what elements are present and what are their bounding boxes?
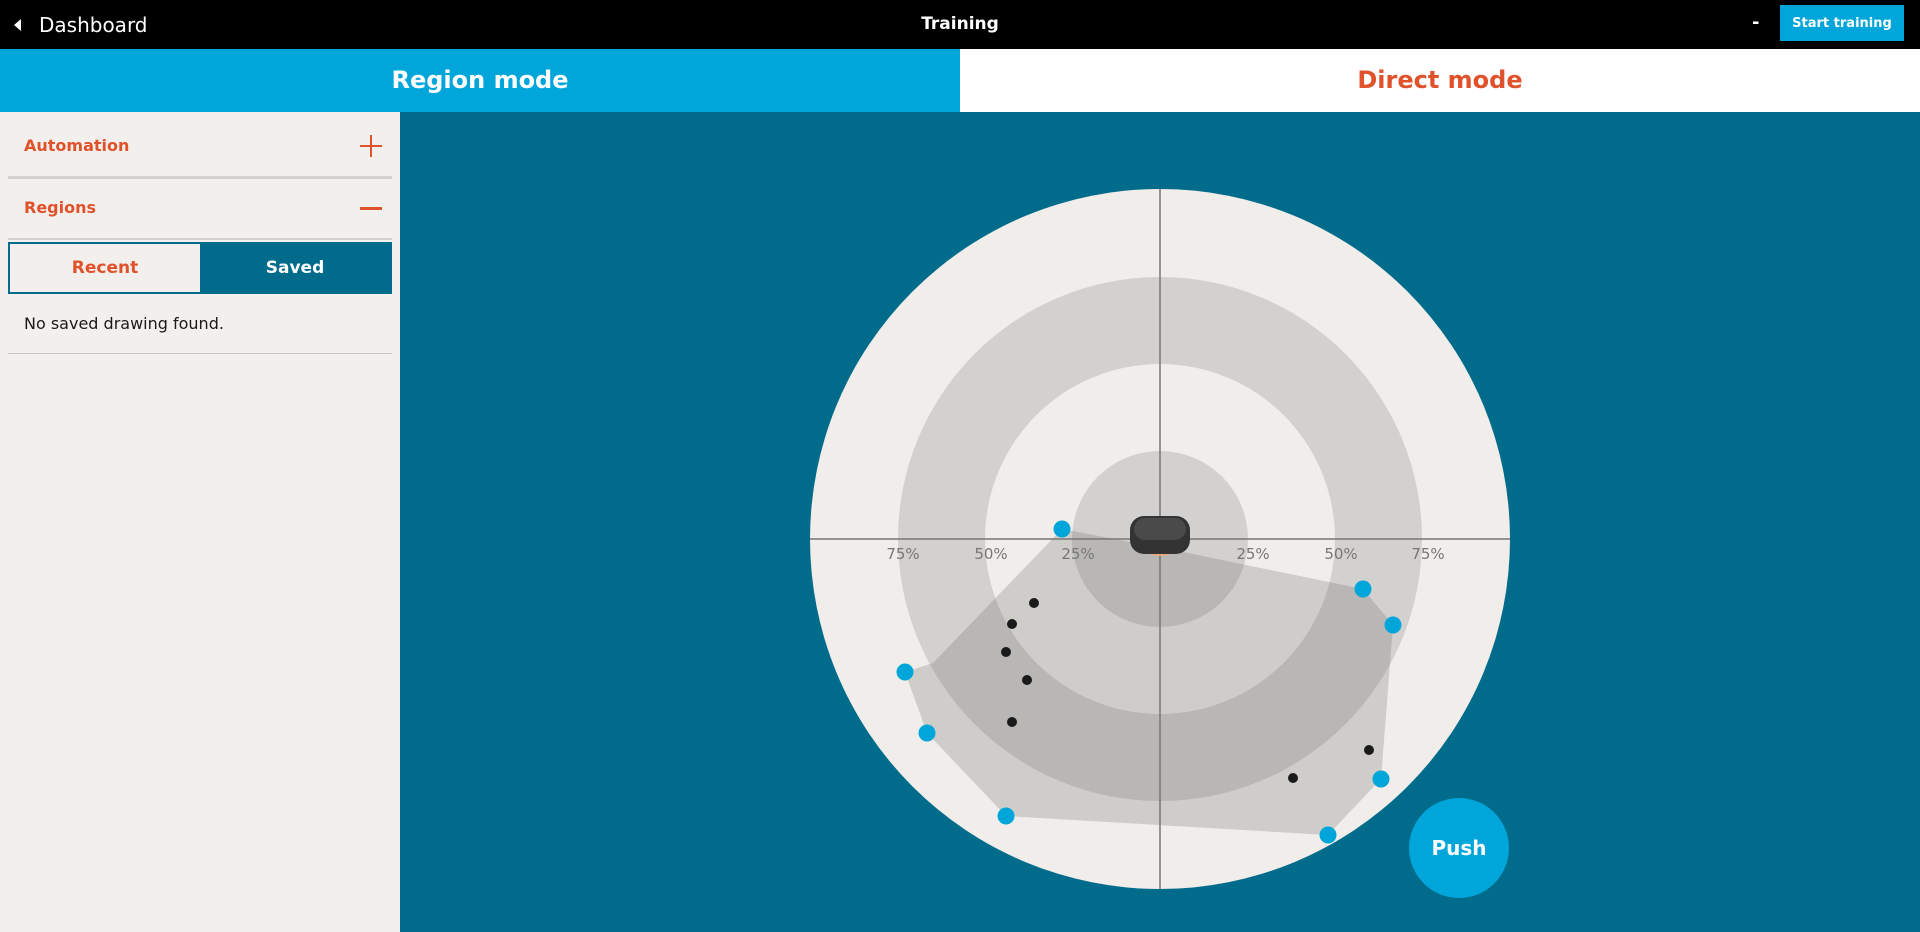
list-divider [8,353,392,354]
sample-point [1007,717,1017,727]
minus-icon [360,207,382,210]
tab-direct-mode[interactable]: Direct mode [960,49,1920,112]
tab-saved[interactable]: Saved [200,244,390,292]
back-arrow-icon [14,18,21,31]
ring-label-left-25: 25% [1061,545,1094,563]
back-label: Dashboard [39,12,148,37]
ring-label-right-75: 75% [1411,545,1444,563]
polygon-handle[interactable] [1319,826,1337,844]
mode-tabs: Region mode Direct mode [0,49,1920,112]
region-canvas[interactable]: 75% 50% 25% 25% 50% 75% Push [400,112,1920,932]
regions-section-header[interactable]: Regions [8,196,392,220]
minimize-button[interactable]: - [1752,0,1759,49]
tab-region-mode[interactable]: Region mode [0,49,960,112]
plus-icon [360,135,382,157]
polygon-handle[interactable] [918,724,936,742]
section-divider [8,238,392,240]
tab-recent[interactable]: Recent [10,244,200,292]
ring-label-right-25: 25% [1236,545,1269,563]
polygon-handle[interactable] [1384,616,1402,634]
polygon-handle[interactable] [1372,770,1390,788]
polygon-handle[interactable] [997,807,1015,825]
sample-point [1288,773,1298,783]
sample-point [1364,745,1374,755]
headset-icon [1130,516,1190,556]
section-divider [8,176,392,179]
automation-label: Automation [24,136,130,155]
polygon-handle[interactable] [1354,580,1372,598]
ring-label-right-50: 50% [1324,545,1357,563]
sample-point [1007,619,1017,629]
sample-point [1022,675,1032,685]
radar-chart: 75% 50% 25% 25% 50% 75% [810,189,1510,889]
start-training-button[interactable]: Start training [1780,5,1904,41]
empty-state-message: No saved drawing found. [24,314,224,333]
polygon-handle[interactable] [1053,520,1071,538]
page-title: Training [921,14,999,34]
automation-section-header[interactable]: Automation [8,134,392,158]
regions-tabs: Recent Saved [8,242,392,294]
sample-point [1001,647,1011,657]
ring-label-left-50: 50% [974,545,1007,563]
sidebar: Automation Regions Recent Saved No saved… [0,112,400,932]
push-button[interactable]: Push [1409,798,1509,898]
regions-label: Regions [24,198,97,217]
sample-point [1029,598,1039,608]
back-to-dashboard-link[interactable]: Dashboard [14,0,148,49]
ring-label-left-75: 75% [886,545,919,563]
polygon-handle[interactable] [896,663,914,681]
top-bar: Dashboard Training - Start training [0,0,1920,49]
